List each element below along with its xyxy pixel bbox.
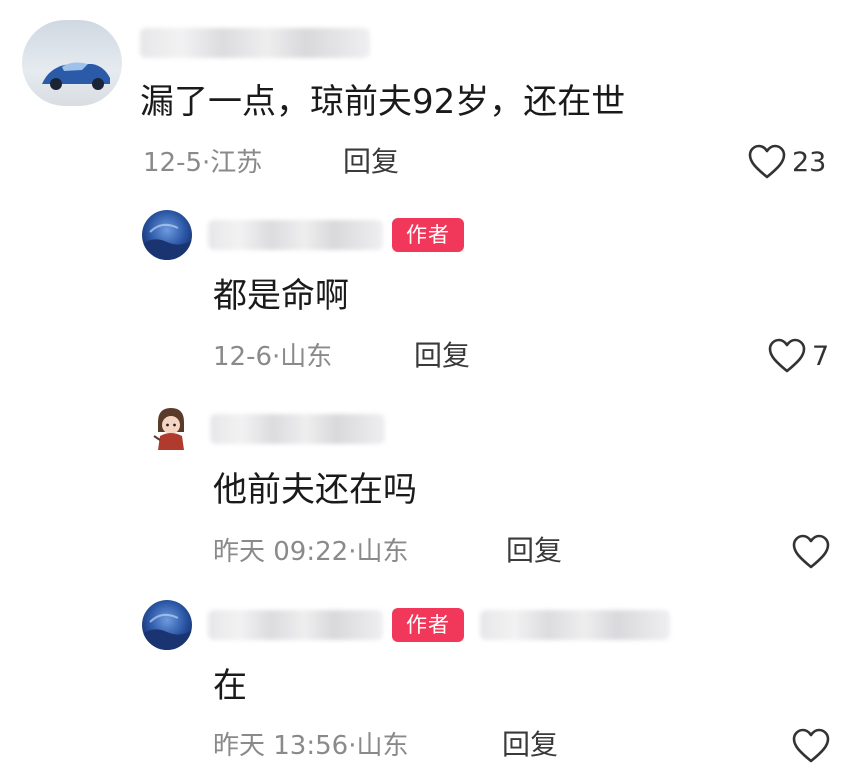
comment-location: 江苏: [210, 148, 263, 178]
like-button[interactable]: [792, 726, 830, 766]
comment-meta: 12-5·江苏: [143, 148, 262, 178]
like-count: 23: [792, 146, 827, 178]
username-blurred[interactable]: [208, 220, 383, 250]
comment-text: 漏了一点，琼前夫92岁，还在世: [140, 82, 626, 122]
author-badge: 作者: [392, 218, 464, 252]
avatar[interactable]: [142, 210, 192, 260]
avatar[interactable]: [22, 20, 122, 106]
blue-night-avatar-icon: [142, 210, 192, 260]
comment-meta: 昨天 13:56·山东: [213, 731, 408, 761]
avatar[interactable]: [142, 600, 192, 650]
heart-icon: [768, 338, 806, 373]
heart-icon: [748, 144, 786, 179]
comment-thread: 漏了一点，琼前夫92岁，还在世 12-5·江苏 回复 23 作者 都是命啊 12…: [0, 0, 850, 784]
comment-meta: 12-6·山东: [213, 342, 332, 372]
comment-date: 12-5: [143, 148, 203, 178]
comment-date: 12-6: [213, 342, 273, 372]
cartoon-girl-avatar-icon: [146, 402, 196, 454]
like-count: 7: [812, 340, 830, 372]
reply-button[interactable]: 回复: [343, 147, 399, 177]
comment-text: 都是命啊: [213, 276, 349, 316]
car-avatar-icon: [22, 20, 122, 106]
comment-text: 他前夫还在吗: [213, 470, 417, 510]
like-button[interactable]: 7: [768, 336, 829, 376]
comment-text: 在: [213, 666, 247, 706]
username-blurred[interactable]: [210, 414, 385, 444]
username-blurred[interactable]: [140, 28, 370, 58]
username-blurred[interactable]: [208, 610, 383, 640]
heart-icon: [792, 534, 830, 569]
author-badge: 作者: [392, 608, 464, 642]
comment-location: 山东: [280, 342, 333, 372]
comment-date: 昨天 09:22: [213, 537, 349, 567]
comment-meta: 昨天 09:22·山东: [213, 537, 408, 567]
comment-location: 山东: [356, 731, 409, 761]
blue-night-avatar-icon: [142, 600, 192, 650]
like-button[interactable]: 23: [748, 142, 826, 182]
comment-date: 昨天 13:56: [213, 731, 349, 761]
reply-button[interactable]: 回复: [502, 730, 558, 760]
reply-button[interactable]: 回复: [414, 341, 470, 371]
comment-location: 山东: [356, 537, 409, 567]
like-button[interactable]: [792, 532, 830, 572]
reply-to-username-blurred[interactable]: [480, 610, 670, 640]
reply-button[interactable]: 回复: [506, 536, 562, 566]
avatar[interactable]: [146, 402, 196, 454]
heart-icon: [792, 728, 830, 763]
